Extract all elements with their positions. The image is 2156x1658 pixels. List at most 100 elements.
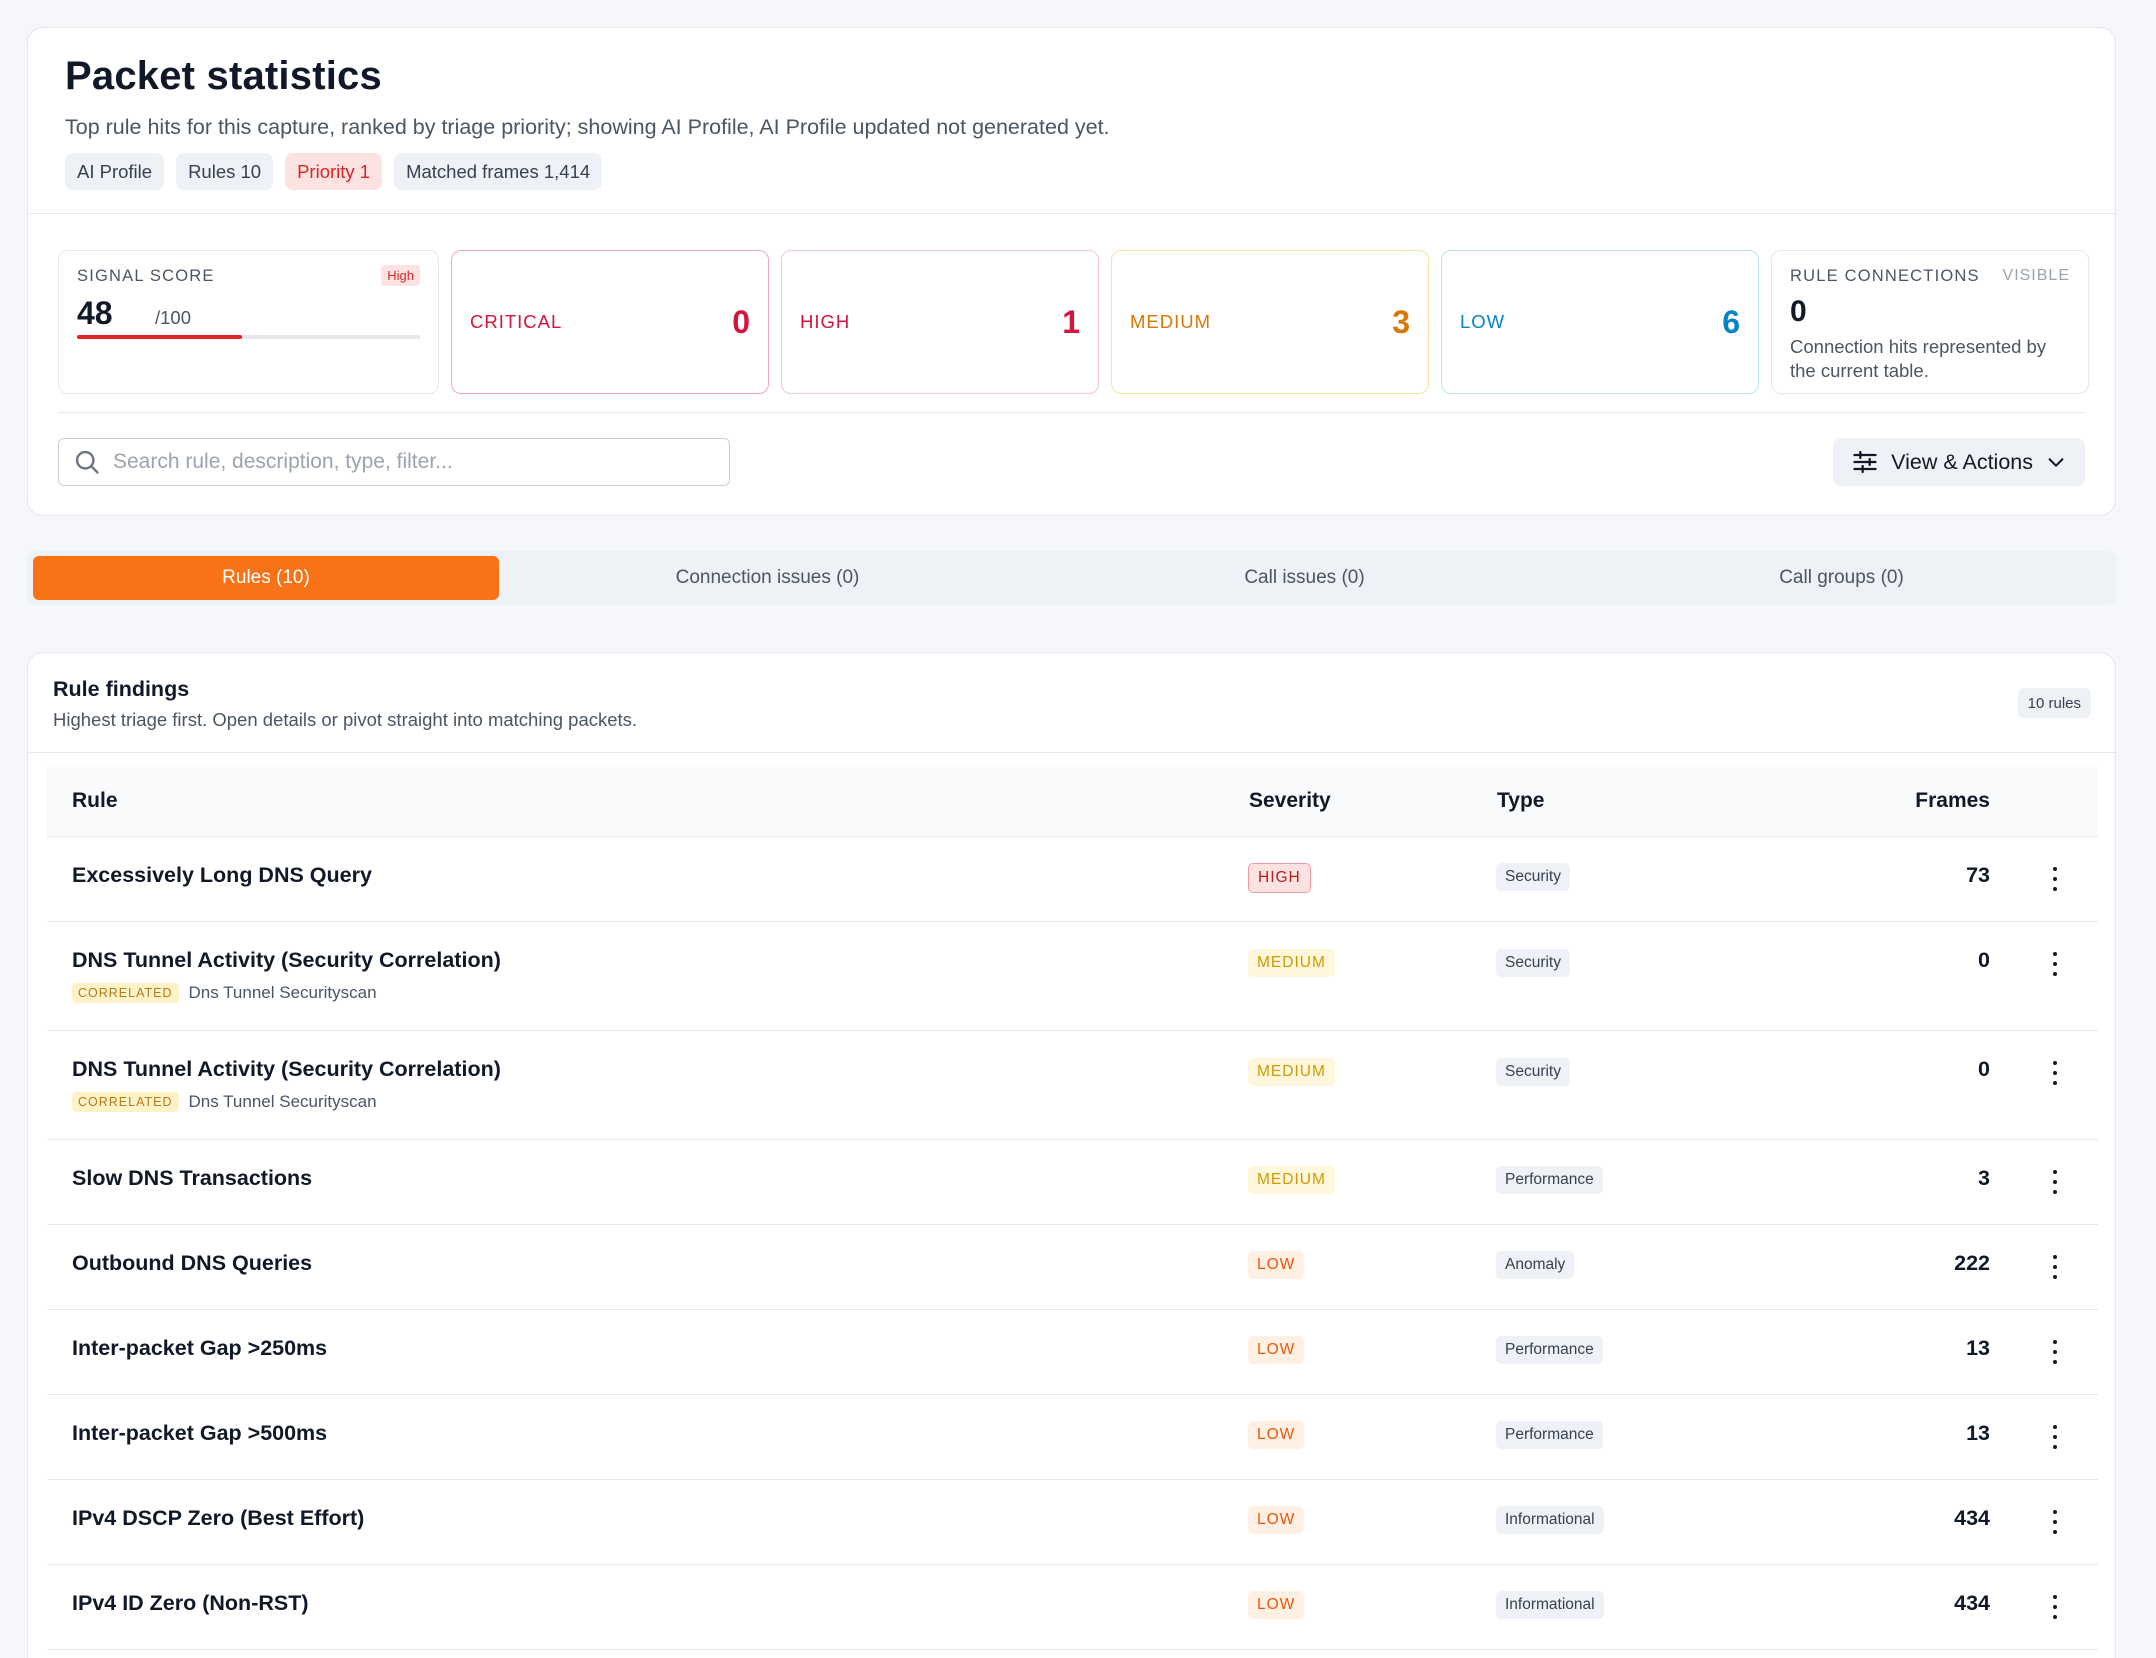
signal-score-track <box>77 335 420 339</box>
table-header: Rule Severity Type Frames <box>47 765 2098 837</box>
severity-label: CRITICAL <box>470 311 563 332</box>
severity-badge: MEDIUM <box>1248 1166 1335 1194</box>
frames-count: 0 <box>1978 1057 1990 1081</box>
frames-count: 13 <box>1966 1421 1990 1445</box>
signal-score-label: SIGNAL SCORE <box>77 267 215 285</box>
more-actions-icon[interactable] <box>2050 1595 2060 1619</box>
search-input[interactable] <box>113 450 693 474</box>
table-row[interactable]: IPv4 DSCP Zero (Best Effort) LOW Informati… <box>47 1480 2098 1565</box>
rule-connections-visibility: VISIBLE <box>2002 267 2070 284</box>
severity-card-medium[interactable]: MEDIUM 3 <box>1111 250 1429 394</box>
rules-count-badge: 10 rules <box>2017 688 2091 718</box>
summary-card: Packet statistics Top rule hits for this… <box>27 27 2116 516</box>
page-title: Packet statistics <box>65 54 382 98</box>
tabs-bar: Rules (10) Connection issues (0) Call is… <box>27 551 2116 605</box>
type-badge: Performance <box>1496 1421 1603 1449</box>
more-actions-icon[interactable] <box>2050 952 2060 976</box>
rule-name[interactable]: Inter-packet Gap >250ms <box>72 1336 327 1361</box>
severity-card-critical[interactable]: CRITICAL 0 <box>451 250 769 394</box>
more-actions-icon[interactable] <box>2050 1510 2060 1534</box>
severity-count: 6 <box>1722 303 1740 340</box>
more-actions-icon[interactable] <box>2050 1340 2060 1364</box>
table-row[interactable]: Inter-packet Gap >500ms LOW Performance 13 <box>47 1395 2098 1480</box>
rule-name[interactable]: DNS Tunnel Activity (Security Correlatio… <box>72 948 501 973</box>
page-subtitle: Top rule hits for this capture, ranked b… <box>65 115 1110 139</box>
rule-findings-subtitle: Highest triage first. Open details or pi… <box>53 709 638 730</box>
view-actions-button[interactable]: View & Actions <box>1833 438 2085 486</box>
chevron-down-icon <box>2048 458 2064 467</box>
table-body: Excessively Long DNS Query HIGH Security 73… <box>47 837 2098 1650</box>
chip-ai-profile: AI Profile <box>65 153 165 190</box>
search-box[interactable] <box>58 438 730 486</box>
column-header-rule[interactable]: Rule <box>72 789 118 813</box>
tab-call-issues[interactable]: Call issues (0) <box>1036 556 1573 600</box>
table-row[interactable]: Excessively Long DNS Query HIGH Security 73 <box>47 837 2098 922</box>
frames-count: 73 <box>1966 863 1990 887</box>
rule-connections-label: RULE CONNECTIONS <box>1790 267 1980 285</box>
signal-score-value: 48 <box>77 295 113 331</box>
chip-priority: Priority 1 <box>285 153 383 190</box>
column-header-severity[interactable]: Severity <box>1249 789 1331 813</box>
severity-label: HIGH <box>800 311 851 332</box>
rule-name[interactable]: Outbound DNS Queries <box>72 1251 312 1276</box>
correlation-line: CORRELATED Dns Tunnel Securityscan <box>72 1092 377 1112</box>
more-actions-icon[interactable] <box>2050 1425 2060 1449</box>
rule-connections-card: RULE CONNECTIONS VISIBLE 0 Connection hi… <box>1771 250 2089 394</box>
search-icon <box>75 450 99 474</box>
type-badge: Security <box>1496 863 1570 891</box>
packet-statistics-page: Packet statistics Top rule hits for this… <box>0 0 2156 1658</box>
type-badge: Informational <box>1496 1591 1604 1619</box>
type-badge: Anomaly <box>1496 1251 1575 1279</box>
column-header-type[interactable]: Type <box>1497 789 1544 813</box>
severity-label: MEDIUM <box>1130 311 1212 332</box>
type-badge: Informational <box>1496 1506 1604 1534</box>
more-actions-icon[interactable] <box>2050 1061 2060 1085</box>
rule-name[interactable]: Excessively Long DNS Query <box>72 863 372 888</box>
table-row[interactable]: IPv4 ID Zero (Non-RST) LOW Informational 43… <box>47 1565 2098 1650</box>
severity-badge: LOW <box>1248 1251 1305 1279</box>
rule-findings-card: Rule findings Highest triage first. Open… <box>27 652 2116 1658</box>
table-row[interactable]: DNS Tunnel Activity (Security Correlatio… <box>47 1031 2098 1140</box>
table-row[interactable]: Inter-packet Gap >250ms LOW Performance 13 <box>47 1310 2098 1395</box>
table-row[interactable]: DNS Tunnel Activity (Security Correlatio… <box>47 922 2098 1031</box>
severity-badge: LOW <box>1248 1506 1305 1534</box>
correlated-tag: CORRELATED <box>72 983 179 1003</box>
table-row[interactable]: Slow DNS Transactions MEDIUM Performance 3 <box>47 1140 2098 1225</box>
tab-rules[interactable]: Rules (10) <box>33 556 499 600</box>
frames-count: 0 <box>1978 948 1990 972</box>
type-badge: Performance <box>1496 1336 1603 1364</box>
severity-card-high[interactable]: HIGH 1 <box>781 250 1099 394</box>
stat-cards: SIGNAL SCORE High 48 /100 CRITICAL 0 HIG… <box>58 250 2089 394</box>
correlated-source: Dns Tunnel Securityscan <box>188 983 377 1002</box>
severity-count: 0 <box>732 303 750 340</box>
table-row[interactable]: Outbound DNS Queries LOW Anomaly 222 <box>47 1225 2098 1310</box>
severity-badge: LOW <box>1248 1336 1305 1364</box>
divider <box>28 213 2115 214</box>
tab-connection-issues[interactable]: Connection issues (0) <box>499 556 1036 600</box>
tab-call-groups[interactable]: Call groups (0) <box>1573 556 2110 600</box>
rule-name[interactable]: IPv4 DSCP Zero (Best Effort) <box>72 1506 364 1531</box>
summary-chips: AI Profile Rules 10 Priority 1 Matched f… <box>65 153 603 190</box>
severity-badge: MEDIUM <box>1248 949 1335 977</box>
more-actions-icon[interactable] <box>2050 1170 2060 1194</box>
severity-card-low[interactable]: LOW 6 <box>1441 250 1759 394</box>
rule-findings-title: Rule findings <box>53 677 190 701</box>
rule-name[interactable]: IPv4 ID Zero (Non-RST) <box>72 1591 309 1616</box>
severity-label: LOW <box>1460 311 1506 332</box>
rule-name[interactable]: DNS Tunnel Activity (Security Correlatio… <box>72 1057 501 1082</box>
sliders-icon <box>1853 450 1877 474</box>
column-header-frames[interactable]: Frames <box>1915 789 1990 813</box>
severity-count: 1 <box>1062 303 1080 340</box>
type-badge: Performance <box>1496 1166 1603 1194</box>
frames-count: 434 <box>1954 1591 1990 1615</box>
more-actions-icon[interactable] <box>2050 1255 2060 1279</box>
rule-name[interactable]: Slow DNS Transactions <box>72 1166 312 1191</box>
correlation-line: CORRELATED Dns Tunnel Securityscan <box>72 983 377 1003</box>
severity-badge: LOW <box>1248 1421 1305 1449</box>
severity-badge: MEDIUM <box>1248 1058 1335 1086</box>
frames-count: 434 <box>1954 1506 1990 1530</box>
frames-count: 222 <box>1954 1251 1990 1275</box>
more-actions-icon[interactable] <box>2050 867 2060 891</box>
rule-name[interactable]: Inter-packet Gap >500ms <box>72 1421 327 1446</box>
rule-connections-description: Connection hits represented by the curre… <box>1790 336 2047 381</box>
